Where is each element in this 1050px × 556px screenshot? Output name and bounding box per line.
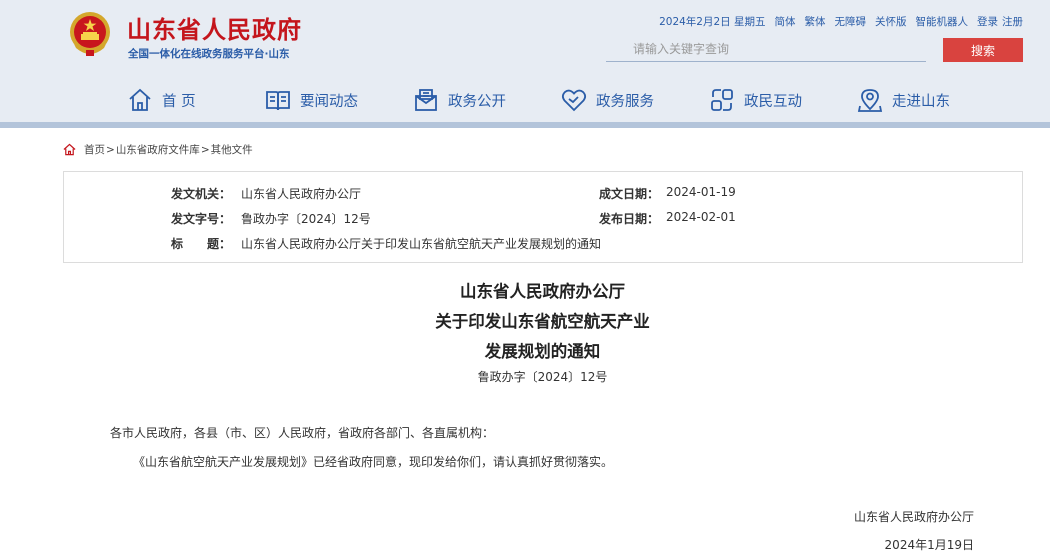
home-outline-icon: [63, 143, 76, 156]
created-date-label: 成文日期：: [599, 187, 660, 201]
nav-label: 政务公开: [448, 93, 506, 110]
sign-date: 2024年1月19日: [884, 538, 974, 552]
site-subtitle: 全国一体化在线政务服务平台·山东: [128, 48, 290, 60]
document-meta-box: 发文机关： 山东省人民政府办公厅 成文日期： 2024-01-19 发文字号： …: [63, 171, 1023, 263]
title-label: 标 题：: [171, 237, 232, 251]
interaction-icon: [711, 89, 733, 111]
nav-label: 首 页: [162, 93, 196, 110]
site-title[interactable]: 山东省人民政府: [127, 10, 302, 45]
breadcrumb-other-files[interactable]: 其他文件: [211, 142, 253, 157]
breadcrumb: 首页 > 山东省政府文件库 > 其他文件: [63, 142, 253, 157]
salutation: 各市人民政府，各县（市、区）人民政府，省政府各部门、各直属机构：: [110, 426, 495, 440]
header-divider-bar: [0, 122, 1050, 128]
search-button[interactable]: 搜索: [943, 38, 1023, 62]
breadcrumb-home[interactable]: 首页: [84, 142, 105, 157]
breadcrumb-separator: >: [200, 143, 210, 156]
robot-link[interactable]: 智能机器人: [916, 14, 969, 29]
nav-label: 政民互动: [744, 93, 802, 110]
simplified-link[interactable]: 简体: [775, 14, 796, 29]
traditional-link[interactable]: 繁体: [805, 14, 826, 29]
nav-item-visit-shandong[interactable]: 走进山东: [857, 82, 950, 118]
signer: 山东省人民政府办公厅: [853, 510, 974, 524]
breadcrumb-file-library[interactable]: 山东省政府文件库: [116, 142, 200, 157]
nav-item-interaction[interactable]: 政民互动: [709, 82, 802, 118]
nav-label: 要闻动态: [300, 93, 358, 110]
issuer-value: 山东省人民政府办公厅: [241, 187, 362, 201]
created-date-value: 2024-01-19: [666, 185, 736, 199]
nav-item-open-affairs[interactable]: 政务公开: [413, 82, 506, 118]
search-input[interactable]: [606, 38, 926, 60]
published-date-value: 2024-02-01: [666, 210, 736, 224]
doc-title-line-1: 山东省人民政府办公厅: [460, 282, 625, 301]
nav-item-home[interactable]: 首 页: [127, 82, 196, 118]
register-link[interactable]: 注册: [1002, 14, 1023, 29]
doc-number-value: 鲁政办字〔2024〕12号: [241, 212, 371, 226]
current-date: 2024年2月2日 星期五: [659, 16, 766, 28]
national-emblem-icon[interactable]: [66, 10, 114, 60]
nav-label: 走进山东: [892, 93, 950, 110]
nav-label: 政务服务: [596, 93, 654, 110]
title-value: 山东省人民政府办公厅关于印发山东省航空航天产业发展规划的通知: [241, 237, 602, 251]
top-links: 2024年2月2日 星期五 简体 繁体 无障碍 关怀版 智能机器人 登录 注册: [659, 14, 1023, 29]
location-pin-icon: [857, 89, 883, 112]
heart-service-icon: [561, 89, 587, 112]
home-icon: [129, 88, 151, 111]
search-box: [606, 38, 926, 62]
accessibility-link[interactable]: 无障碍: [835, 14, 867, 29]
main-nav: 首 页 要闻动态 政务公开 政务服务 政民互动 走进山东: [0, 82, 1050, 118]
doc-title-line-2: 关于印发山东省航空航天产业: [435, 312, 650, 331]
care-mode-link[interactable]: 关怀版: [875, 14, 907, 29]
open-affairs-icon: [415, 89, 437, 111]
doc-number-label: 发文字号：: [171, 212, 232, 226]
breadcrumb-separator: >: [106, 143, 115, 156]
login-link[interactable]: 登录: [977, 14, 998, 29]
doc-title-line-3: 发展规划的通知: [484, 342, 601, 361]
doc-number: 鲁政办字〔2024〕12号: [477, 370, 608, 384]
published-date-label: 发布日期：: [599, 212, 660, 226]
body-paragraph: 《山东省航空航天产业发展规划》已经省政府同意，现印发给你们，请认真抓好贯彻落实。: [133, 455, 614, 469]
news-book-icon: [266, 91, 290, 111]
nav-item-news[interactable]: 要闻动态: [265, 82, 358, 118]
nav-item-gov-service[interactable]: 政务服务: [561, 82, 654, 118]
issuer-label: 发文机关：: [171, 187, 232, 201]
